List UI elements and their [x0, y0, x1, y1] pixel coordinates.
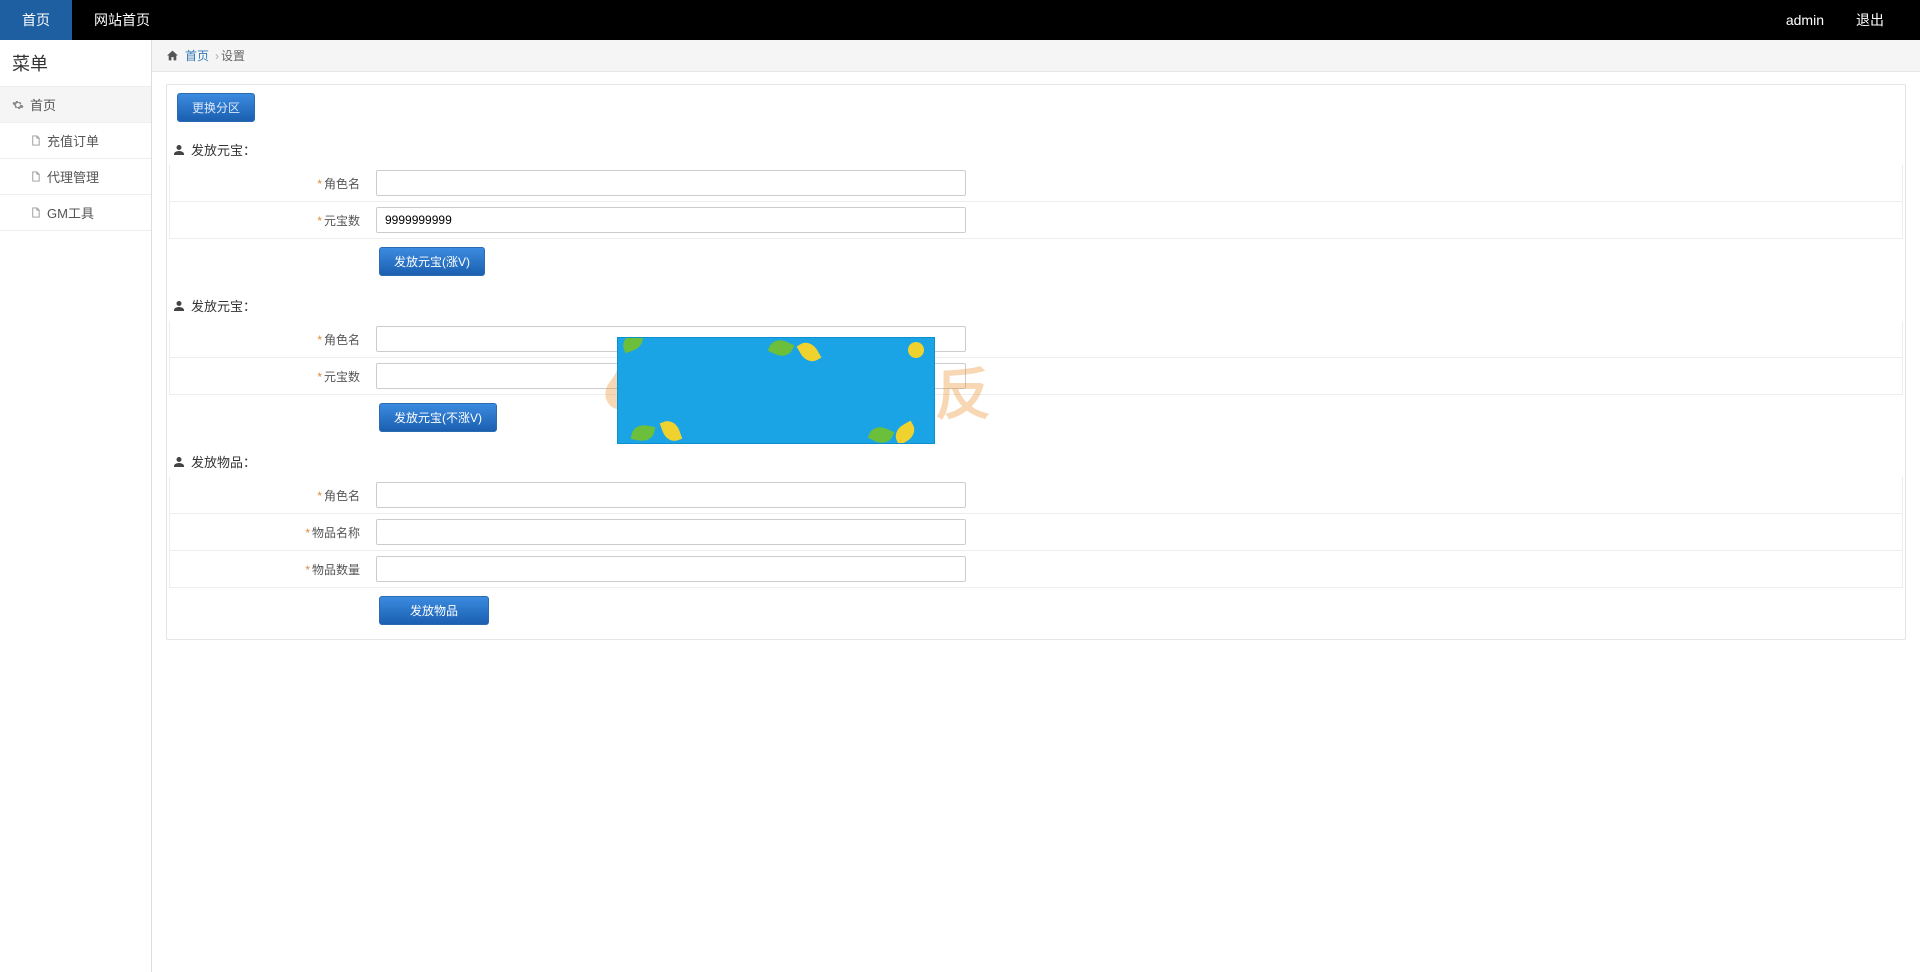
form-label: *元宝数 — [170, 204, 370, 237]
required-mark: * — [305, 563, 310, 577]
section-title-3: 发放物品： — [167, 442, 1905, 477]
form-action: 发放物品 — [167, 588, 1905, 635]
gold-amount-input-2[interactable] — [376, 363, 966, 389]
layout: 菜单 首页 充值订单 代理管理 GM工具 — [0, 40, 1920, 972]
section-title-label: 发放元宝： — [191, 140, 256, 159]
breadcrumb-home[interactable]: 首页 — [185, 47, 209, 64]
form-control — [370, 551, 1902, 587]
form-label: *物品名称 — [170, 516, 370, 549]
label-text: 物品数量 — [312, 563, 360, 577]
form-control — [370, 358, 1902, 394]
form-label: *角色名 — [170, 167, 370, 200]
label-text: 元宝数 — [324, 214, 360, 228]
section-title-label: 发放元宝： — [191, 296, 256, 315]
file-icon — [30, 206, 41, 219]
form-row: *角色名 — [169, 165, 1903, 202]
label-text: 物品名称 — [312, 526, 360, 540]
form-action: 发放元宝(不涨V) — [167, 395, 1905, 442]
section-title-2: 发放元宝： — [167, 286, 1905, 321]
required-mark: * — [317, 214, 322, 228]
user-icon — [173, 300, 185, 312]
nav-logout[interactable]: 退出 — [1840, 10, 1900, 30]
issue-gold-vip-button[interactable]: 发放元宝(涨V) — [379, 247, 485, 276]
item-name-input[interactable] — [376, 519, 966, 545]
role-name-input-3[interactable] — [376, 482, 966, 508]
form-label: *元宝数 — [170, 360, 370, 393]
role-name-input-2[interactable] — [376, 326, 966, 352]
sidebar-item-label: 代理管理 — [47, 167, 99, 186]
required-mark: * — [317, 489, 322, 503]
required-mark: * — [317, 333, 322, 347]
main: 首页 › 设置 更换分区 发放元宝： *角色名 *元宝数 发放元宝(涨 — [152, 40, 1920, 972]
chevron-right-icon: › — [215, 49, 219, 63]
form-label: *物品数量 — [170, 553, 370, 586]
nav-home[interactable]: 首页 — [0, 0, 72, 40]
nav-site-home[interactable]: 网站首页 — [72, 0, 172, 40]
sidebar-item-gm[interactable]: GM工具 — [0, 195, 151, 231]
breadcrumb-current: 设置 — [221, 47, 245, 64]
sidebar-item-recharge[interactable]: 充值订单 — [0, 123, 151, 159]
form-control — [370, 165, 1902, 201]
role-name-input-1[interactable] — [376, 170, 966, 196]
label-text: 角色名 — [324, 177, 360, 191]
label-text: 元宝数 — [324, 370, 360, 384]
user-icon — [173, 456, 185, 468]
form-row: *物品数量 — [169, 551, 1903, 588]
nav-user[interactable]: admin — [1770, 12, 1840, 28]
sidebar: 菜单 首页 充值订单 代理管理 GM工具 — [0, 40, 152, 972]
file-icon — [30, 134, 41, 147]
sidebar-item-label: 充值订单 — [47, 131, 99, 150]
required-mark: * — [317, 370, 322, 384]
form-control — [370, 477, 1902, 513]
home-icon — [166, 49, 179, 62]
topbar-right: admin 退出 — [1770, 10, 1900, 30]
label-text: 角色名 — [324, 489, 360, 503]
issue-item-button[interactable]: 发放物品 — [379, 596, 489, 625]
item-qty-input[interactable] — [376, 556, 966, 582]
topbar: 首页 网站首页 admin 退出 — [0, 0, 1920, 40]
section-title-1: 发放元宝： — [167, 130, 1905, 165]
form-action: 发放元宝(涨V) — [167, 239, 1905, 286]
gear-icon — [12, 99, 24, 111]
sidebar-title: 菜单 — [0, 40, 151, 87]
required-mark: * — [305, 526, 310, 540]
sidebar-item-home[interactable]: 首页 — [0, 87, 151, 123]
sidebar-item-agent[interactable]: 代理管理 — [0, 159, 151, 195]
section-title-label: 发放物品： — [191, 452, 256, 471]
form-control — [370, 321, 1902, 357]
user-icon — [173, 144, 185, 156]
gold-amount-input-1[interactable] — [376, 207, 966, 233]
form-control — [370, 514, 1902, 550]
form-label: *角色名 — [170, 323, 370, 356]
required-mark: * — [317, 177, 322, 191]
form-row: *元宝数 — [169, 202, 1903, 239]
issue-gold-novip-button[interactable]: 发放元宝(不涨V) — [379, 403, 497, 432]
form-row: *角色名 — [169, 321, 1903, 358]
form-control — [370, 202, 1902, 238]
breadcrumb: 首页 › 设置 — [152, 40, 1920, 72]
label-text: 角色名 — [324, 333, 360, 347]
form-row: *物品名称 — [169, 514, 1903, 551]
panel: 更换分区 发放元宝： *角色名 *元宝数 发放元宝(涨V) — [166, 84, 1906, 640]
form-label: *角色名 — [170, 479, 370, 512]
sidebar-item-label: GM工具 — [47, 203, 94, 222]
form-row: *元宝数 — [169, 358, 1903, 395]
form-row: *角色名 — [169, 477, 1903, 514]
change-zone-button[interactable]: 更换分区 — [177, 93, 255, 122]
sidebar-item-label: 首页 — [30, 95, 56, 114]
file-icon — [30, 170, 41, 183]
topbar-left: 首页 网站首页 — [0, 0, 172, 40]
